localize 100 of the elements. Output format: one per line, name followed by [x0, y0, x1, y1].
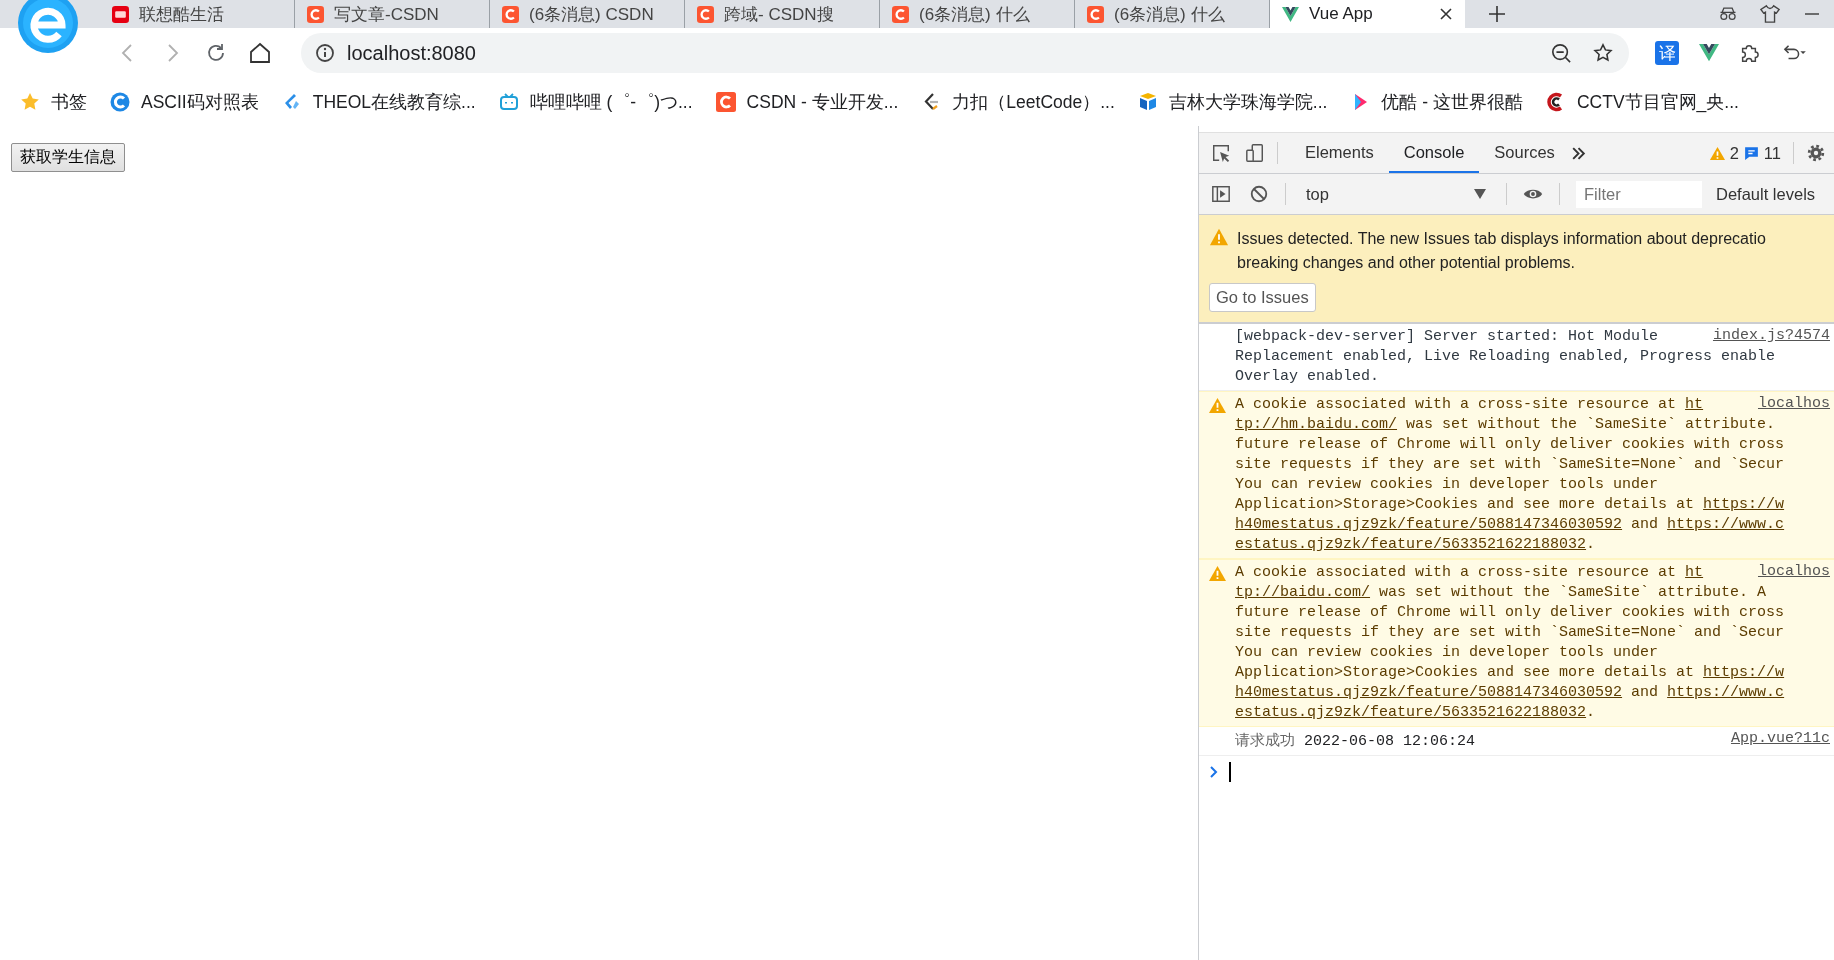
warning-icon [1208, 397, 1226, 414]
warning-icon [1708, 144, 1726, 162]
bookmark[interactable]: 吉林大学珠海学院... [1137, 90, 1328, 114]
settings-icon[interactable] [1806, 143, 1826, 163]
bookmark[interactable]: CSDN - 专业开发... [715, 90, 899, 114]
star-outline-icon[interactable] [1593, 43, 1613, 63]
caret-icon [1474, 189, 1486, 199]
logo-icon [1087, 5, 1104, 23]
message-line: [webpack-dev-server] Server started: Hot Module [1235, 327, 1659, 347]
text-cursor [1229, 762, 1231, 782]
url-link[interactable]: https://www.c [1667, 516, 1785, 533]
message-line: Overlay enabled. [1235, 367, 1380, 387]
bookmark-label: 书签 [51, 91, 87, 114]
inspect-icon[interactable] [1211, 143, 1231, 163]
message-line: tp://hm.baidu.com/ was set without the `SameSite` attribute. [1235, 415, 1776, 435]
url-link[interactable]: ht [1685, 396, 1704, 413]
plus-icon[interactable] [1487, 4, 1507, 24]
url-link[interactable]: https://w [1703, 664, 1785, 681]
go-to-issues-button[interactable]: Go to Issues [1209, 283, 1316, 312]
url-link[interactable]: https://www.c [1667, 684, 1785, 701]
logo-icon [715, 92, 736, 112]
message-line: estatus.qjz9zk/feature/5633521622188032. [1235, 535, 1596, 555]
url-link[interactable]: estatus.qjz9zk/feature/5633521622188032 [1235, 536, 1587, 553]
devtools-tab[interactable]: Elements [1290, 133, 1389, 173]
message-line: tp://baidu.com/ was set without the `SameSite` attribute. A [1235, 583, 1767, 603]
star-icon [20, 92, 40, 112]
logo-icon [110, 92, 130, 112]
message-line: You can review cookies in developer tools under [1235, 643, 1659, 663]
bookmark[interactable]: THEOL在线教育综... [281, 90, 476, 114]
translate-button[interactable]: 译 [1655, 41, 1679, 65]
tab-title: (6条消息) 什么 [919, 3, 1030, 26]
home-icon[interactable] [247, 40, 273, 66]
url-link[interactable]: estatus.qjz9zk/feature/5633521622188032 [1235, 704, 1587, 721]
bookmark[interactable]: 哔哩哔哩 (゜-゜)つ... [498, 90, 693, 114]
issues-message: Issues detected. The new Issues tab displays information about deprecatio breaking changes and other potential problems. [1237, 229, 1766, 273]
logo-icon [892, 5, 909, 23]
message-line: A cookie associated with a cross-site resource at ht [1235, 563, 1704, 583]
tab-title: (6条消息) CSDN [529, 3, 654, 26]
bookmark[interactable]: 优酷 - 这世界很酷 [1350, 90, 1523, 114]
clear-icon[interactable] [1249, 184, 1269, 204]
message-line: h40mestatus.qjz9zk/feature/5088147346030592 and https://www.c [1235, 515, 1785, 535]
tab-title: (6条消息) 什么 [1114, 3, 1225, 26]
message-count: 11 [1763, 143, 1781, 163]
message-icon [1742, 144, 1760, 162]
message-line: estatus.qjz9zk/feature/5633521622188032. [1235, 703, 1596, 723]
bookmark[interactable]: CCTV节目官网_央... [1545, 90, 1739, 114]
message-line: site requests if they are set with `SameSite=None` and `Secur [1235, 623, 1785, 643]
v-logo-icon [1282, 5, 1299, 23]
tv-icon [498, 92, 519, 112]
tab-title: 联想酷生活 [139, 3, 224, 26]
prompt-chevron-icon [1209, 765, 1219, 779]
url-link[interactable]: tp://baidu.com/ [1235, 584, 1371, 601]
bookmark-label: ASCII码对照表 [141, 91, 259, 114]
close-icon[interactable] [1439, 7, 1453, 21]
url-link[interactable]: h40mestatus.qjz9zk/feature/5088147346030592 [1235, 684, 1623, 701]
logo-icon [112, 5, 129, 23]
url-link[interactable]: tp://hm.baidu.com/ [1235, 416, 1398, 433]
message-line: Application>Storage>Cookies and see more details at https://w [1235, 663, 1785, 683]
bookmark[interactable]: 力扣（LeetCode）... [921, 90, 1115, 114]
logo-icon [502, 5, 519, 23]
warning-icon [1209, 227, 1229, 247]
message-line: Application>Storage>Cookies and see more details at https://w [1235, 495, 1785, 515]
url-link[interactable]: https://w [1703, 496, 1785, 513]
url-link[interactable]: h40mestatus.qjz9zk/feature/5088147346030592 [1235, 516, 1623, 533]
tab-title: Vue App [1309, 4, 1373, 24]
bookmark[interactable]: 书签 [20, 90, 87, 114]
sidebar-icon[interactable] [1211, 184, 1231, 204]
context-select[interactable]: top [1302, 174, 1490, 214]
levels-dropdown[interactable]: Default levels [1716, 174, 1816, 214]
bookmark-label: 优酷 - 这世界很酷 [1381, 91, 1523, 114]
source-link[interactable]: App.vue?11c [1730, 730, 1830, 748]
device-icon[interactable] [1245, 143, 1265, 163]
v-logo-icon[interactable] [1699, 43, 1719, 63]
bookmark-label: 吉林大学珠海学院... [1168, 91, 1328, 114]
filter-field[interactable]: Filter [1576, 180, 1702, 208]
bookmark-label: THEOL在线教育综... [312, 91, 476, 114]
source-link[interactable]: index.js?4574 [1712, 327, 1830, 345]
zoom-out-icon[interactable] [1551, 43, 1571, 63]
browser-tab[interactable]: Vue App [1270, 0, 1465, 28]
tab-title: 跨域- CSDN搜 [724, 3, 834, 26]
devtools-tab[interactable]: Sources [1479, 133, 1570, 173]
url-link[interactable]: ht [1685, 564, 1704, 581]
address-bar[interactable]: localhost:8080 [301, 33, 1629, 73]
puzzle-icon[interactable] [1739, 43, 1759, 63]
bookmark[interactable]: ASCII码对照表 [110, 90, 259, 114]
message-line: future release of Chrome will only deliver cookies with cross [1235, 603, 1785, 623]
message-line: future release of Chrome will only deliver cookies with cross [1235, 435, 1785, 455]
bookmark-label: 力扣（LeetCode）... [952, 91, 1115, 114]
warning-icon [1208, 565, 1226, 582]
message-line: You can review cookies in developer tools under [1235, 475, 1659, 495]
shirt-icon[interactable] [1760, 4, 1780, 24]
logo-icon [307, 5, 324, 23]
bookmark-label: CCTV节目官网_央... [1576, 91, 1739, 114]
message-line: site requests if they are set with `SameSite=None` and `Secur [1235, 455, 1785, 475]
fetch-button[interactable]: 获取学生信息 [11, 143, 125, 172]
source-link[interactable]: localhos [1758, 395, 1830, 413]
bookmark-label: 哔哩哔哩 (゜-゜)つ... [529, 91, 693, 114]
source-link[interactable]: localhos [1758, 563, 1830, 581]
bookmark-label: CSDN - 专业开发... [746, 91, 899, 114]
info-icon [315, 43, 335, 63]
